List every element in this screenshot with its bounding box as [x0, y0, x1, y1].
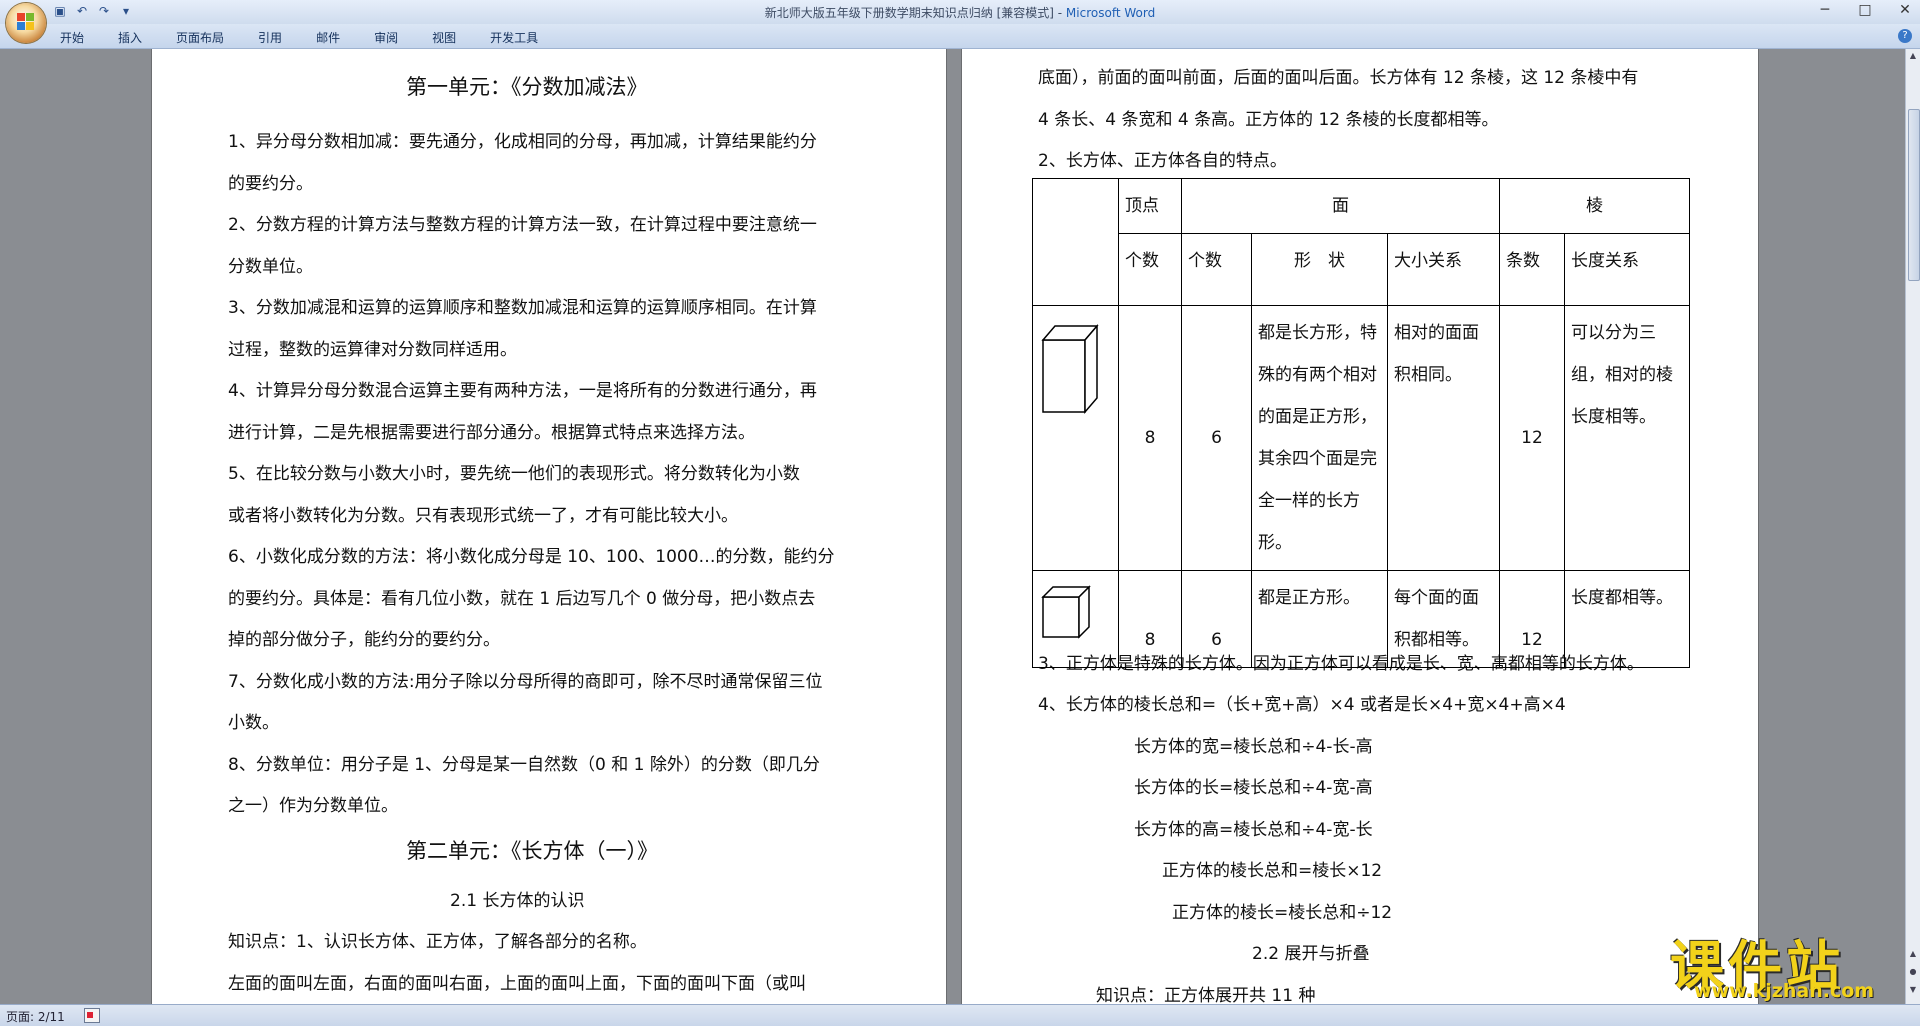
paragraph-line: 8、分数单位：用分子是 1、分母是某一自然数（0 和 1 除外）的分数（即几分: [228, 755, 820, 775]
tab-mailings[interactable]: 邮件: [316, 29, 340, 46]
paragraph-line: 底面），前面的面叫前面，后面的面叫后面。长方体有 12 条棱，这 12 条棱中有: [1038, 68, 1639, 88]
paragraph-line: 4、长方体的棱长总和=（长+宽+高）×4 或者是长×4+宽×4+高×4: [1038, 695, 1566, 715]
paragraph-line: 小数。: [228, 713, 279, 733]
page-indicator[interactable]: 页面: 2/11: [6, 1008, 65, 1025]
window-controls: ─ □ ✕: [1816, 2, 1914, 18]
cube-edge-length: 长度都相等。: [1564, 570, 1690, 668]
table-subheader-shape: 形 状: [1251, 233, 1388, 306]
cuboid-edge-count: 12: [1499, 305, 1565, 571]
cube-vertex-count: 8: [1118, 570, 1182, 668]
table-subheader-edge-count: 条数: [1499, 233, 1565, 306]
paragraph-line: 4、计算异分母分数混合运算主要有两种方法，一是将所有的分数进行通分，再: [228, 381, 817, 401]
formula-line: 正方体的棱长=棱长总和÷12: [1172, 903, 1393, 923]
paragraph-line: 2、长方体、正方体各自的特点。: [1038, 151, 1287, 171]
status-bar: 页面: 2/11: [0, 1004, 1920, 1026]
paragraph-line: 分数单位。: [228, 257, 313, 277]
scrollbar-thumb[interactable]: [1908, 109, 1920, 281]
cube-edge-count: 12: [1499, 570, 1565, 668]
tab-references[interactable]: 引用: [258, 29, 282, 46]
office-button[interactable]: [6, 3, 46, 43]
formula-line: 长方体的宽=棱长总和÷4-长-高: [1134, 737, 1373, 757]
help-icon[interactable]: ?: [1898, 29, 1912, 43]
window-title: 新北师大版五年级下册数学期末知识点归纳 [兼容模式] - Microsoft W…: [764, 6, 1156, 20]
maximize-button[interactable]: □: [1856, 2, 1874, 18]
cube-face-value: 6: [1211, 630, 1222, 650]
formula-line: 正方体的棱长总和=棱长×12: [1162, 861, 1383, 881]
table-header-vertex: 顶点: [1118, 178, 1182, 234]
title-bar: ▣ ↶ ↷ ▾ 新北师大版五年级下册数学期末知识点归纳 [兼容模式] - Mic…: [0, 0, 1920, 24]
cuboid-edge-length: 可以分为三组，相对的棱长度相等。: [1564, 305, 1690, 571]
paragraph-line: 2、分数方程的计算方法与整数方程的计算方法一致，在计算过程中要注意统一: [228, 215, 817, 235]
table-subheader-edge-length: 长度关系: [1564, 233, 1690, 306]
table-subheader-face-count: 个数: [1181, 233, 1252, 306]
section-heading: 2.1 长方体的认识: [450, 891, 585, 911]
ribbon-tabs: 开始 插入 页面布局 引用 邮件 审阅 视图 开发工具: [60, 29, 572, 46]
section-heading: 2.2 展开与折叠: [1252, 944, 1370, 964]
paragraph-line: 左面的面叫左面，右面的面叫右面，上面的面叫上面，下面的面叫下面（或叫: [228, 974, 806, 994]
tab-page-layout[interactable]: 页面布局: [176, 29, 224, 46]
paragraph-line: 之一）作为分数单位。: [228, 796, 398, 816]
scroll-up-icon[interactable]: ▲: [1908, 51, 1918, 63]
cube-figure-cell: [1032, 570, 1119, 668]
close-button[interactable]: ✕: [1896, 2, 1914, 18]
paragraph-line: 知识点：正方体展开共 11 种: [1096, 986, 1316, 1004]
vertical-scrollbar[interactable]: ▲ ▲ ● ▼: [1905, 49, 1920, 1004]
ribbon: 开始 插入 页面布局 引用 邮件 审阅 视图 开发工具 ?: [0, 24, 1920, 49]
paragraph-line: 3、分数加减混和运算的运算顺序和整数加减混和运算的运算顺序相同。在计算: [228, 298, 817, 318]
cube-face-count: 6: [1181, 570, 1252, 668]
watermark-url: www.kjzhan.com: [1694, 980, 1875, 1002]
tab-review[interactable]: 审阅: [374, 29, 398, 46]
document-area: 第一单元：《分数加减法》 1、异分母分数相加减：要先通分，化成相同的分母，再加减…: [0, 49, 1905, 1004]
office-logo-icon: [17, 13, 35, 31]
tab-view[interactable]: 视图: [432, 29, 456, 46]
cube-size-relation: 每个面的面积都相等。: [1387, 570, 1500, 668]
tab-insert[interactable]: 插入: [118, 29, 142, 46]
cube-vertex-value: 8: [1144, 630, 1156, 650]
tab-home[interactable]: 开始: [60, 29, 84, 46]
minimize-button[interactable]: ─: [1816, 2, 1834, 18]
unit1-heading: 第一单元：《分数加减法》: [406, 75, 648, 99]
paragraph-line: 知识点：1、认识长方体、正方体，了解各部分的名称。: [228, 932, 647, 952]
cuboid-vertex-value: 8: [1144, 428, 1156, 448]
cuboid-edge-value: 12: [1521, 428, 1543, 448]
paragraph-line: 进行计算，二是先根据需要进行部分通分。根据算式特点来选择方法。: [228, 423, 755, 443]
table-subheader-vertex-count: 个数: [1118, 233, 1182, 306]
formula-line: 长方体的长=棱长总和÷4-宽-高: [1134, 778, 1373, 798]
paragraph-line: 过程，整数的运算律对分数同样适用。: [228, 340, 517, 360]
cuboid-face-count: 6: [1181, 305, 1252, 571]
document-page-left[interactable]: 第一单元：《分数加减法》 1、异分母分数相加减：要先通分，化成相同的分母，再加减…: [152, 49, 946, 1004]
cuboid-vertex-count: 8: [1118, 305, 1182, 571]
cuboid-figure: [1041, 323, 1099, 415]
paragraph-line: 的要约分。: [228, 174, 313, 194]
table-header-edge: 棱: [1499, 178, 1690, 234]
table-corner-cell: [1032, 178, 1119, 306]
paragraph-line: 4 条长、4 条宽和 4 条高。正方体的 12 条棱的长度都相等。: [1038, 110, 1499, 130]
cuboid-size-relation: 相对的面面积相同。: [1387, 305, 1500, 571]
paragraph-line: 或者将小数转化为分数。只有表现形式统一了，才有可能比较大小。: [228, 506, 738, 526]
paragraph-line: 5、在比较分数与小数大小时，要先统一他们的表现形式。将分数转化为小数: [228, 464, 800, 484]
paragraph-line: 7、分数化成小数的方法:用分子除以分母所得的商即可，除不尽时通常保留三位: [228, 672, 823, 692]
paragraph-line: 6、小数化成分数的方法：将小数化成分母是 10、100、1000…的分数，能约分: [228, 547, 835, 567]
cube-edge-value: 12: [1521, 630, 1543, 650]
watermark: 课件站 www.kjzhan.com: [1664, 922, 1904, 1004]
paragraph-line: 的要约分。具体是：看有几位小数，就在 1 后边写几个 0 做分母，把小数点去: [228, 589, 816, 609]
formula-line: 长方体的高=棱长总和÷4-宽-长: [1134, 820, 1373, 840]
paragraph-line: 掉的部分做分子，能约分的要约分。: [228, 630, 500, 650]
cube-figure: [1041, 585, 1091, 639]
cuboid-shape: 都是长方形，特殊的有两个相对的面是正方形，其余四个面是完全一样的长方形。: [1251, 305, 1388, 571]
unit2-heading: 第二单元：《长方体（一）》: [406, 839, 658, 863]
next-page-icon[interactable]: ▼: [1908, 985, 1918, 997]
table-subheader-size: 大小关系: [1387, 233, 1500, 306]
tab-developer[interactable]: 开发工具: [490, 29, 538, 46]
paragraph-line: 1、异分母分数相加减：要先通分，化成相同的分母，再加减，计算结果能约分: [228, 132, 817, 152]
cuboid-cube-table: 顶点 面 棱 个数 个数 形 状 大小关系 条数 长度关系 8 6 都是长方形，…: [1032, 178, 1690, 668]
cube-shape: 都是正方形。: [1251, 570, 1388, 668]
table-header-face: 面: [1181, 178, 1500, 234]
cuboid-figure-cell: [1032, 305, 1119, 571]
browse-object-icon[interactable]: ●: [1908, 967, 1918, 979]
previous-page-icon[interactable]: ▲: [1908, 949, 1918, 961]
cuboid-face-value: 6: [1211, 428, 1222, 448]
proofing-icon[interactable]: [84, 1008, 100, 1023]
